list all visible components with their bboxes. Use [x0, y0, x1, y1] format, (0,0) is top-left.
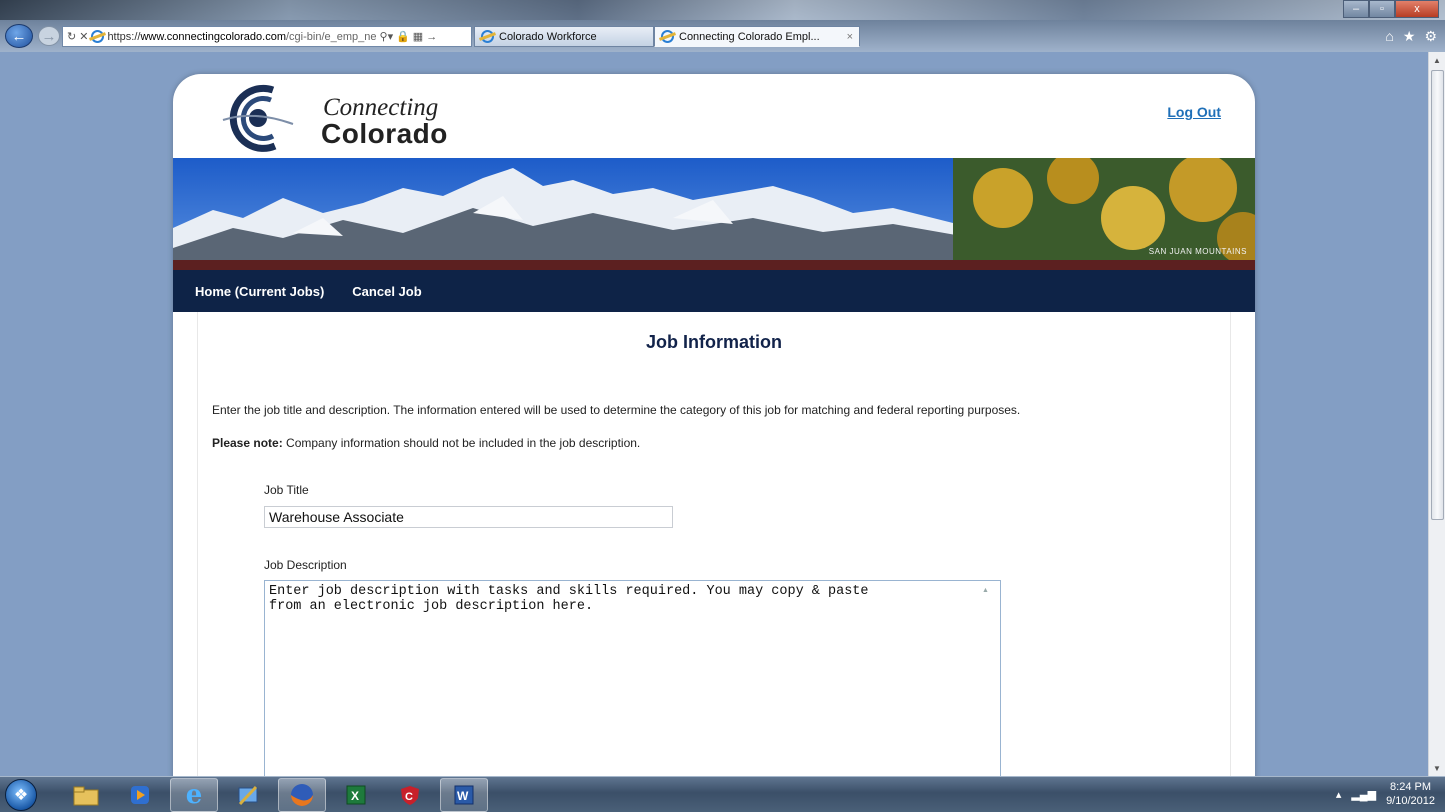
scroll-thumb[interactable]	[1431, 70, 1444, 520]
home-icon[interactable]: ⌂	[1385, 28, 1393, 45]
logo-swirl-icon	[222, 84, 294, 152]
refresh-icon[interactable]: ↻	[67, 30, 76, 43]
address-url[interactable]: https://www.connectingcolorado.com/cgi-b…	[107, 31, 376, 43]
taskbar-excel[interactable]: X	[332, 778, 380, 812]
tab-colorado-workforce[interactable]: Colorado Workforce	[474, 26, 654, 47]
clock-date: 9/10/2012	[1386, 795, 1435, 807]
job-title-label: Job Title	[264, 483, 309, 497]
system-tray: ▴ ▂▄▆ 8:24 PM 9/10/2012	[1336, 780, 1435, 808]
browser-toolbar-icons: ⌂ ★ ⚙	[1385, 28, 1437, 45]
job-description-label: Job Description	[264, 558, 347, 572]
nav-cancel-job[interactable]: Cancel Job	[352, 284, 421, 299]
clock[interactable]: 8:24 PM 9/10/2012	[1386, 780, 1435, 808]
job-information-form: Job Information Enter the job title and …	[197, 312, 1231, 776]
address-bar[interactable]: ↻ ✕ https://www.connectingcolorado.com/c…	[62, 26, 472, 47]
svg-text:C: C	[405, 791, 413, 803]
site-header: Connecting Colorado Log Out	[173, 74, 1255, 158]
tools-gear-icon[interactable]: ⚙	[1424, 28, 1437, 45]
scroll-up-icon[interactable]: ▲	[1429, 52, 1445, 68]
browser-chrome: ← → ↻ ✕ https://www.connectingcolorado.c…	[0, 0, 1445, 52]
url-scheme: https://	[107, 30, 141, 43]
minimize-button[interactable]: –	[1343, 0, 1369, 18]
clock-time: 8:24 PM	[1390, 781, 1432, 793]
logo-text-colorado: Colorado	[321, 118, 448, 149]
note-label: Please note:	[212, 436, 283, 450]
ie-page-icon	[481, 30, 494, 43]
stop-icon[interactable]: ✕	[79, 30, 88, 43]
maximize-button[interactable]: ▫	[1369, 0, 1395, 18]
start-button[interactable]: ❖	[5, 779, 37, 811]
word-icon: W	[454, 785, 474, 805]
page-viewport: Connecting Colorado Log Out SAN JUAN MOU…	[0, 52, 1428, 776]
url-domain: www.connectingcolorado.com	[140, 30, 286, 43]
svg-text:W: W	[457, 789, 469, 803]
taskbar-internet-explorer[interactable]: e	[170, 778, 218, 812]
close-button[interactable]: x	[1395, 0, 1439, 18]
search-icon[interactable]: ⚲▾	[380, 30, 394, 43]
banner-image	[173, 158, 1255, 270]
job-title-input[interactable]	[264, 506, 673, 528]
tray-expand-icon[interactable]: ▴	[1336, 788, 1342, 801]
page-scrollbar[interactable]: ▲ ▼	[1428, 52, 1445, 776]
window-controls: – ▫ x	[1343, 0, 1439, 18]
lock-icon[interactable]: 🔒	[396, 30, 410, 43]
windows-taskbar: ❖ e X C W ▴ ▂▄▆ 8:24 PM 9/10/2012	[0, 776, 1445, 812]
mcafee-shield-icon: C	[401, 786, 419, 805]
taskbar-paint[interactable]	[224, 778, 272, 812]
taskbar-media-player[interactable]	[116, 778, 164, 812]
tab-label: Colorado Workforce	[499, 30, 597, 43]
taskbar-mcafee[interactable]: C	[386, 778, 434, 812]
forward-button[interactable]: →	[38, 26, 60, 46]
compatibility-icon[interactable]: ▦	[413, 30, 423, 43]
nav-home-current-jobs[interactable]: Home (Current Jobs)	[195, 284, 324, 299]
tab-connecting-colorado[interactable]: Connecting Colorado Empl... ×	[654, 26, 860, 47]
favorites-star-icon[interactable]: ★	[1403, 28, 1416, 45]
folder-icon	[73, 786, 99, 806]
note-text: Please note: Company information should …	[212, 436, 640, 450]
svg-text:X: X	[351, 789, 359, 803]
arrow-right-icon: →	[41, 27, 57, 45]
taskbar-explorer[interactable]	[62, 778, 110, 812]
logout-link[interactable]: Log Out	[1167, 104, 1221, 120]
firefox-icon	[291, 784, 313, 806]
page-card: Connecting Colorado Log Out SAN JUAN MOU…	[173, 74, 1255, 776]
scroll-down-icon[interactable]: ▼	[1429, 760, 1445, 776]
go-arrow-icon[interactable]: →	[426, 31, 437, 43]
main-nav: Home (Current Jobs) Cancel Job	[173, 270, 1255, 312]
media-player-icon	[131, 786, 149, 804]
paint-icon	[238, 785, 258, 806]
ie-page-icon	[91, 30, 105, 43]
signal-strength-icon[interactable]: ▂▄▆	[1351, 788, 1376, 801]
tab-close-icon[interactable]: ×	[847, 31, 853, 43]
intro-text: Enter the job title and description. The…	[212, 403, 1021, 417]
url-path: /cgi-bin/e_emp_ne	[286, 30, 377, 43]
textarea-scroll-up-icon[interactable]: ▲	[982, 587, 989, 594]
windows-logo-icon: ❖	[13, 787, 29, 804]
note-body: Company information should not be includ…	[282, 436, 641, 450]
banner-caption: SAN JUAN MOUNTAINS	[1148, 247, 1247, 256]
page-title: Job Information	[646, 332, 782, 352]
taskbar-firefox[interactable]	[278, 778, 326, 812]
ie-icon: e	[185, 780, 203, 810]
connecting-colorado-logo[interactable]: Connecting Colorado	[213, 80, 447, 152]
mountain-banner: SAN JUAN MOUNTAINS	[173, 158, 1255, 270]
taskbar-word[interactable]: W	[440, 778, 488, 812]
tab-label: Connecting Colorado Empl...	[679, 30, 820, 43]
arrow-left-icon: ←	[11, 27, 27, 45]
back-button[interactable]: ←	[5, 24, 33, 48]
job-description-textarea[interactable]: Enter job description with tasks and ski…	[264, 580, 1001, 776]
excel-icon: X	[346, 785, 366, 805]
ie-page-icon	[661, 30, 674, 43]
